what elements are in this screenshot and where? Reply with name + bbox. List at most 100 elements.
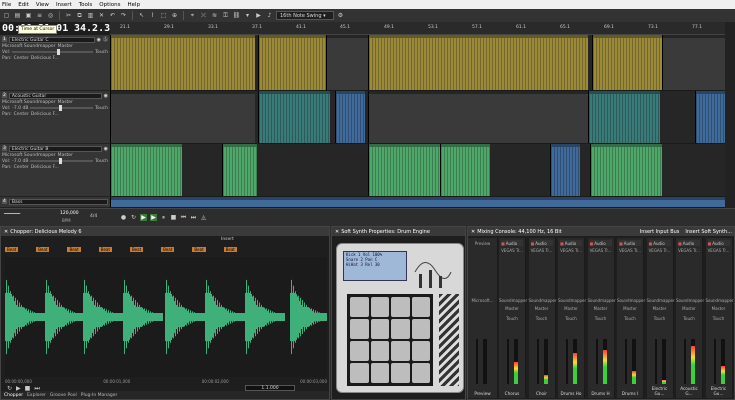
drum-pad[interactable] — [350, 319, 369, 339]
grid-spacing-select[interactable]: 16th Note Swing ▾ — [276, 11, 334, 20]
close-icon[interactable]: ✕ — [471, 229, 475, 235]
beat-marker[interactable]: Beat — [67, 247, 81, 252]
audio-event[interactable] — [110, 144, 182, 196]
beat-marker[interactable]: Beat — [5, 247, 19, 252]
drum-pad[interactable] — [350, 341, 369, 361]
automation-mode[interactable]: Touch — [529, 316, 555, 321]
undo-icon[interactable]: ↶ — [108, 11, 117, 20]
fx-name[interactable]: VEGAS Tr... — [647, 248, 673, 253]
tab-explorer[interactable]: Explorer — [27, 393, 46, 398]
track-device[interactable]: Microsoft Soundmapper — [2, 44, 56, 49]
markers-icon[interactable]: ▾ — [243, 11, 252, 20]
close-icon[interactable]: ✕ — [4, 229, 8, 235]
audio-event[interactable] — [258, 35, 326, 90]
insert-soft-synth-button[interactable]: Insert Soft Synth... — [685, 229, 732, 235]
insert-fx[interactable]: ■ Audio — [678, 240, 700, 246]
fader[interactable] — [566, 339, 568, 384]
automation-mode[interactable]: Touch — [617, 316, 643, 321]
track-name-field[interactable]: Electric Guitar B — [8, 145, 102, 152]
drum-pad[interactable] — [350, 297, 369, 317]
selection-tool-icon[interactable]: ⬚ — [159, 11, 168, 20]
fx-name[interactable]: VEGAS Tr... — [617, 248, 643, 253]
metronome-icon[interactable]: ◬ — [200, 214, 207, 221]
output-device[interactable]: Soundmapper — [588, 298, 616, 303]
track-header[interactable]: 2 Acoustic Guitar ◉ Microsoft Soundmappe… — [0, 91, 110, 144]
track-lane[interactable] — [110, 144, 725, 197]
beat-marker[interactable]: Beat — [223, 247, 237, 252]
tab-groove-pool[interactable]: Groove Pool — [50, 393, 77, 398]
fader[interactable] — [536, 339, 539, 384]
volume-slider[interactable] — [30, 105, 94, 111]
loop-icon[interactable]: ↻ — [130, 214, 137, 221]
fader[interactable] — [595, 339, 598, 384]
drum-pad[interactable] — [411, 341, 430, 361]
output-device[interactable]: Soundmapper — [499, 298, 527, 303]
track-fx[interactable]: Delicious F... — [31, 56, 59, 61]
mute-icon[interactable]: ◉ — [104, 146, 108, 152]
output-bus[interactable]: Master — [588, 306, 614, 311]
pan-value[interactable]: Center — [14, 56, 29, 61]
properties-icon[interactable]: ≡ — [35, 11, 44, 20]
drum-pad[interactable] — [350, 363, 369, 383]
fx-name[interactable]: VEGAS Tr... — [676, 248, 702, 253]
audio-event[interactable] — [326, 35, 368, 90]
menu-help[interactable]: Help — [128, 2, 141, 8]
solo-icon[interactable]: Ⓢ — [103, 36, 108, 43]
output-device[interactable]: Soundmapper — [558, 298, 586, 303]
drum-pad[interactable] — [370, 363, 389, 383]
pan-value[interactable]: Center — [14, 112, 29, 117]
insert-fx[interactable]: ■ Audio — [530, 240, 553, 246]
automation-mode[interactable]: Touch — [95, 159, 108, 164]
copy-icon[interactable]: ⧉ — [75, 11, 84, 20]
drum-pad[interactable] — [411, 319, 430, 339]
normal-edit-tool-icon[interactable]: ↖ — [137, 11, 146, 20]
audio-event[interactable] — [695, 91, 725, 143]
render-icon[interactable]: ◎ — [46, 11, 55, 20]
envelope-tool-icon[interactable]: ⌇ — [148, 11, 157, 20]
delete-icon[interactable]: ✕ — [97, 11, 106, 20]
beat-marker[interactable]: Beat — [161, 247, 175, 252]
output-bus[interactable]: Master — [706, 306, 732, 311]
beat-marker[interactable]: Beat — [36, 247, 50, 252]
drum-pad[interactable] — [391, 363, 410, 383]
drum-pad[interactable] — [391, 341, 410, 361]
fx-name[interactable]: VEGAS Tr... — [499, 248, 525, 253]
waveform-view[interactable] — [5, 257, 327, 377]
close-icon[interactable]: ✕ — [335, 229, 339, 235]
settings-icon[interactable]: ⚙ — [336, 11, 345, 20]
fader[interactable] — [476, 339, 478, 384]
track-bus[interactable]: Master — [58, 44, 73, 49]
automation-mode[interactable]: Touch — [95, 106, 108, 111]
track-fx[interactable]: Delicious F... — [31, 112, 59, 117]
automation-mode[interactable]: Touch — [558, 316, 584, 321]
audio-event[interactable] — [110, 197, 725, 207]
fx-name[interactable]: VEGAS Tr... — [558, 248, 584, 253]
audio-event[interactable] — [368, 91, 588, 143]
menu-tools[interactable]: Tools — [79, 2, 93, 8]
output-device[interactable]: Soundmapper — [706, 298, 734, 303]
track-name-field[interactable]: Electric Guitar C — [8, 36, 95, 43]
automation-mode[interactable]: Touch — [95, 50, 108, 55]
play-icon[interactable]: ▶ — [254, 11, 263, 20]
tab-plugin-manager[interactable]: Plug-In Manager — [81, 393, 118, 398]
automation-mode[interactable]: Touch — [676, 316, 702, 321]
fader[interactable] — [654, 339, 657, 384]
audio-event[interactable] — [662, 35, 725, 90]
track-fx[interactable]: Delicious F... — [31, 165, 59, 170]
drum-pad[interactable] — [370, 297, 389, 317]
output-bus[interactable]: Master — [558, 306, 584, 311]
tab-chopper[interactable]: Chopper — [4, 393, 23, 398]
automation-mode[interactable]: Touch — [588, 316, 614, 321]
insert-fx[interactable]: ■ Audio — [648, 240, 671, 246]
track-bus[interactable]: Master — [58, 153, 73, 158]
beat-marker[interactable]: Beat — [192, 247, 206, 252]
output-device[interactable]: Soundmapper — [647, 298, 675, 303]
output-device[interactable]: Soundmapper — [529, 298, 557, 303]
audio-event[interactable] — [590, 144, 662, 196]
lock-envelopes-icon[interactable]: ⚿ — [221, 11, 230, 20]
track-lane[interactable] — [110, 91, 725, 144]
preview-device[interactable]: Microsoft... — [468, 298, 497, 303]
audio-event[interactable] — [588, 91, 660, 143]
insert-fx[interactable]: ■ Audio — [589, 240, 612, 246]
fader[interactable] — [684, 339, 686, 384]
